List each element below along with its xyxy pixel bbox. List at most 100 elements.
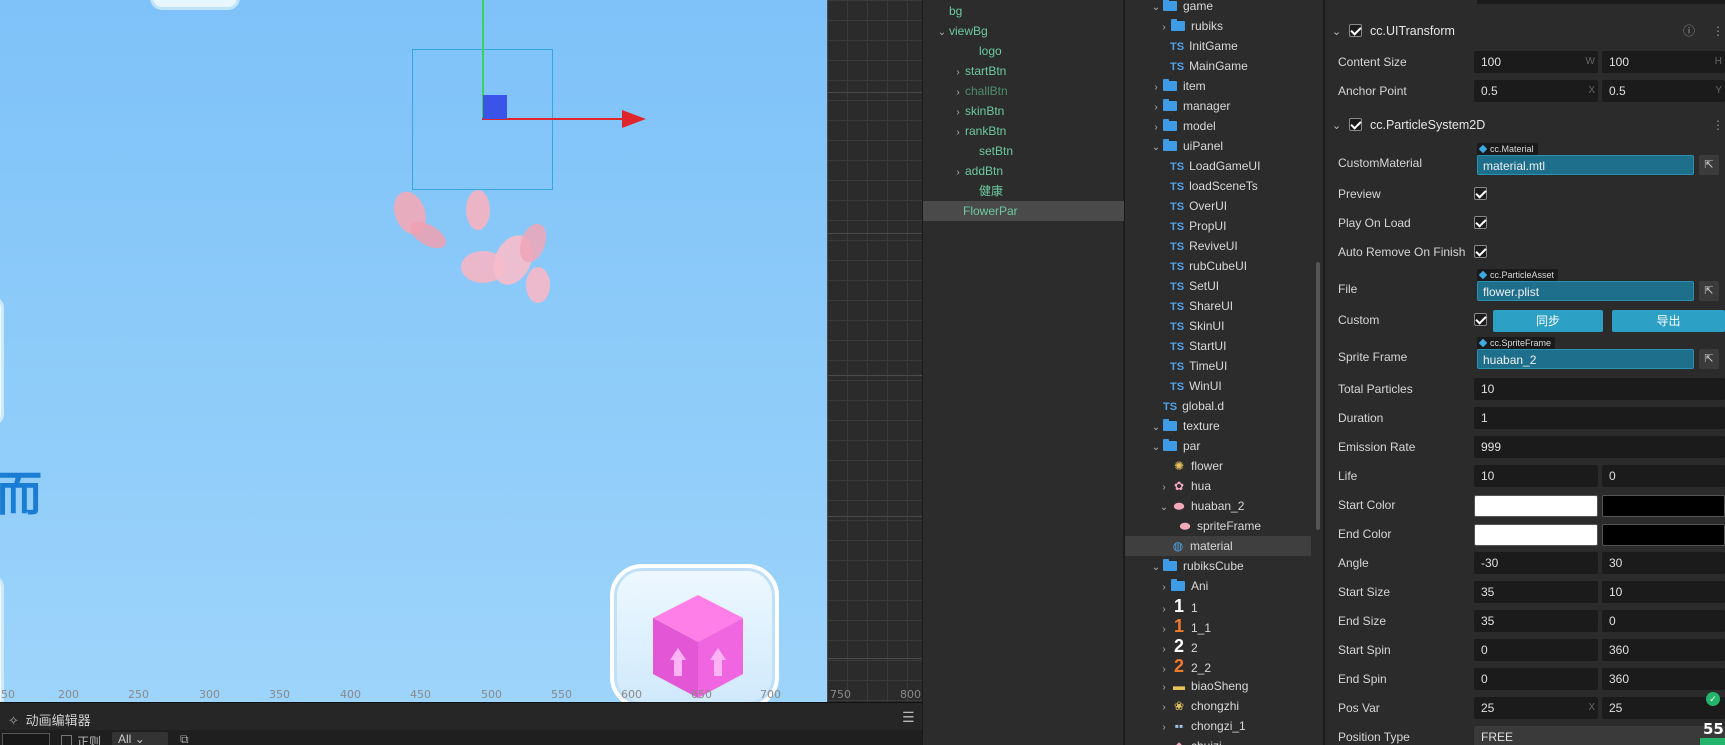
life-input[interactable]: 10 <box>1474 465 1598 487</box>
expand-arrow-icon[interactable]: ⌄ <box>935 23 949 43</box>
asset-item[interactable]: › item <box>1125 76 1311 96</box>
hierarchy-item-health[interactable]: 健康 <box>923 181 1124 201</box>
asset-item[interactable]: TS PropUI <box>1125 216 1311 236</box>
angle-var-input[interactable]: 30 <box>1602 552 1725 574</box>
locate-asset-icon[interactable]: ⇱ <box>1699 349 1719 369</box>
end-spin-var-input[interactable]: 360 <box>1602 668 1725 690</box>
end-size-var-input[interactable]: 0 <box>1602 610 1725 632</box>
asset-item[interactable]: ⌄ uiPanel <box>1125 136 1311 156</box>
hierarchy-item-bg[interactable]: bg <box>923 1 1124 21</box>
sync-button[interactable]: 同步 <box>1493 310 1603 332</box>
asset-item[interactable]: TS loadSceneTs <box>1125 176 1311 196</box>
particle-system-header[interactable]: ⌄ cc.ParticleSystem2D ⋮ <box>1325 112 1725 138</box>
expand-arrow-icon[interactable]: › <box>951 63 965 83</box>
particle-enable-checkbox[interactable] <box>1349 118 1363 131</box>
filter-select[interactable]: All ⌄ <box>112 732 168 745</box>
gizmo-x-arrow[interactable] <box>622 110 646 128</box>
pos-var-x-input[interactable]: 25 X <box>1474 697 1598 719</box>
asset-item[interactable]: › 2 2 <box>1125 636 1311 656</box>
asset-item[interactable]: › manager <box>1125 96 1311 116</box>
expand-arrow-icon[interactable]: › <box>1149 118 1163 138</box>
asset-item[interactable]: ✺ flower <box>1125 456 1311 476</box>
hierarchy-item-logo[interactable]: logo <box>923 41 1124 61</box>
help-icon[interactable]: ⓘ <box>1683 18 1695 44</box>
total-particles-input[interactable]: 10 <box>1474 378 1725 400</box>
custom-checkbox[interactable] <box>1474 313 1487 326</box>
expand-arrow-icon[interactable]: ⌄ <box>1149 418 1163 438</box>
content-width-input[interactable]: 100 W <box>1474 51 1598 73</box>
position-type-select[interactable]: FREE <box>1474 726 1725 745</box>
copy-icon[interactable]: ⧉ <box>180 732 189 745</box>
start-color-var-swatch[interactable] <box>1602 495 1725 517</box>
expand-arrow-icon[interactable]: › <box>1149 78 1163 98</box>
asset-item[interactable]: TS InitGame <box>1125 36 1311 56</box>
expand-arrow-icon[interactable]: › <box>1157 678 1171 698</box>
asset-item[interactable]: TS StartUI <box>1125 336 1311 356</box>
hierarchy-item-setbtn[interactable]: setBtn <box>923 141 1124 161</box>
animation-editor-tab[interactable]: ✧ 动画编辑器 <box>8 710 91 729</box>
asset-item[interactable]: › rubiks <box>1125 16 1311 36</box>
asset-item[interactable]: › model <box>1125 116 1311 136</box>
anim-search-input[interactable] <box>2 733 50 745</box>
expand-arrow-icon[interactable]: › <box>1157 718 1171 738</box>
asset-item[interactable]: › ✿ hua <box>1125 476 1311 496</box>
expand-arrow-icon[interactable]: › <box>1149 98 1163 118</box>
anchor-x-input[interactable]: 0.5 X <box>1474 80 1598 102</box>
start-size-var-input[interactable]: 10 <box>1602 581 1725 603</box>
expand-arrow-icon[interactable]: › <box>1157 18 1171 38</box>
expand-arrow-icon[interactable]: ⌄ <box>1149 558 1163 578</box>
menu-icon[interactable]: ☰ <box>902 709 915 726</box>
hierarchy-item-startbtn[interactable]: › startBtn <box>923 61 1124 81</box>
end-size-input[interactable]: 35 <box>1474 610 1598 632</box>
asset-item[interactable]: TS ReviveUI <box>1125 236 1311 256</box>
expand-arrow-icon[interactable]: › <box>1157 478 1171 498</box>
asset-item[interactable]: TS SetUI <box>1125 276 1311 296</box>
regex-checkbox[interactable] <box>61 735 72 745</box>
hierarchy-item-viewbg[interactable]: ⌄ viewBg <box>923 21 1124 41</box>
gizmo-move-handle[interactable] <box>483 95 507 119</box>
asset-item[interactable]: ⌄ texture <box>1125 416 1311 436</box>
play-on-load-checkbox[interactable] <box>1474 216 1487 229</box>
asset-item[interactable]: › ❀ chongzhi <box>1125 696 1311 716</box>
expand-arrow-icon[interactable]: › <box>951 103 965 123</box>
asset-item[interactable]: TS LoadGameUI <box>1125 156 1311 176</box>
expand-arrow-icon[interactable]: › <box>951 163 965 183</box>
asset-item[interactable]: TS MainGame <box>1125 56 1311 76</box>
asset-item[interactable]: TS rubCubeUI <box>1125 256 1311 276</box>
hierarchy-item-rankbtn[interactable]: › rankBtn <box>923 121 1124 141</box>
expand-arrow-icon[interactable]: › <box>951 83 965 103</box>
sprite-frame-field[interactable]: huaban_2 <box>1477 349 1694 369</box>
start-size-input[interactable]: 35 <box>1474 581 1598 603</box>
asset-item-selected[interactable]: ◍ material <box>1125 536 1311 556</box>
uitransform-enable-checkbox[interactable] <box>1349 24 1363 37</box>
asset-item[interactable]: ⬬ spriteFrame <box>1125 516 1311 536</box>
expand-arrow-icon[interactable]: ⌄ <box>1157 498 1171 518</box>
expand-arrow-icon[interactable]: ⌄ <box>1149 438 1163 458</box>
chevron-down-icon[interactable]: ⌄ <box>1332 19 1346 45</box>
export-button[interactable]: 导出 <box>1612 310 1725 332</box>
asset-item[interactable]: › 2 2_2 <box>1125 656 1311 676</box>
content-height-input[interactable]: 100 H <box>1602 51 1725 73</box>
asset-item[interactable]: TS global.d <box>1125 396 1311 416</box>
asset-item[interactable]: › Ani <box>1125 576 1311 596</box>
asset-item[interactable]: ⌄ ⬬ huaban_2 <box>1125 496 1311 516</box>
asset-item[interactable]: ⌄ par <box>1125 436 1311 456</box>
scene-view[interactable]: 而 50 200 250 300 350 400 450 500 550 600… <box>0 0 922 702</box>
expand-arrow-icon[interactable]: › <box>1157 738 1171 745</box>
hierarchy-item-flowerpar[interactable]: FlowerPar <box>923 201 1124 221</box>
life-var-input[interactable]: 0 <box>1602 465 1725 487</box>
more-icon[interactable]: ⋮ <box>1712 112 1724 138</box>
file-field[interactable]: flower.plist <box>1477 281 1694 301</box>
locate-asset-icon[interactable]: ⇱ <box>1699 155 1719 175</box>
angle-input[interactable]: -30 <box>1474 552 1598 574</box>
chevron-down-icon[interactable]: ⌄ <box>1332 113 1346 139</box>
cube-button[interactable] <box>610 564 779 702</box>
expand-arrow-icon[interactable]: › <box>1157 578 1171 598</box>
asset-item[interactable]: TS TimeUI <box>1125 356 1311 376</box>
asset-item[interactable]: ›◆ chuizi <box>1125 736 1311 745</box>
scene-canvas[interactable]: 而 <box>0 0 827 702</box>
asset-item[interactable]: TS SkinUI <box>1125 316 1311 336</box>
start-spin-input[interactable]: 0 <box>1474 639 1598 661</box>
anchor-y-input[interactable]: 0.5 Y <box>1602 80 1725 102</box>
uitransform-header[interactable]: ⌄ cc.UITransform ⓘ ⋮ <box>1325 18 1725 44</box>
